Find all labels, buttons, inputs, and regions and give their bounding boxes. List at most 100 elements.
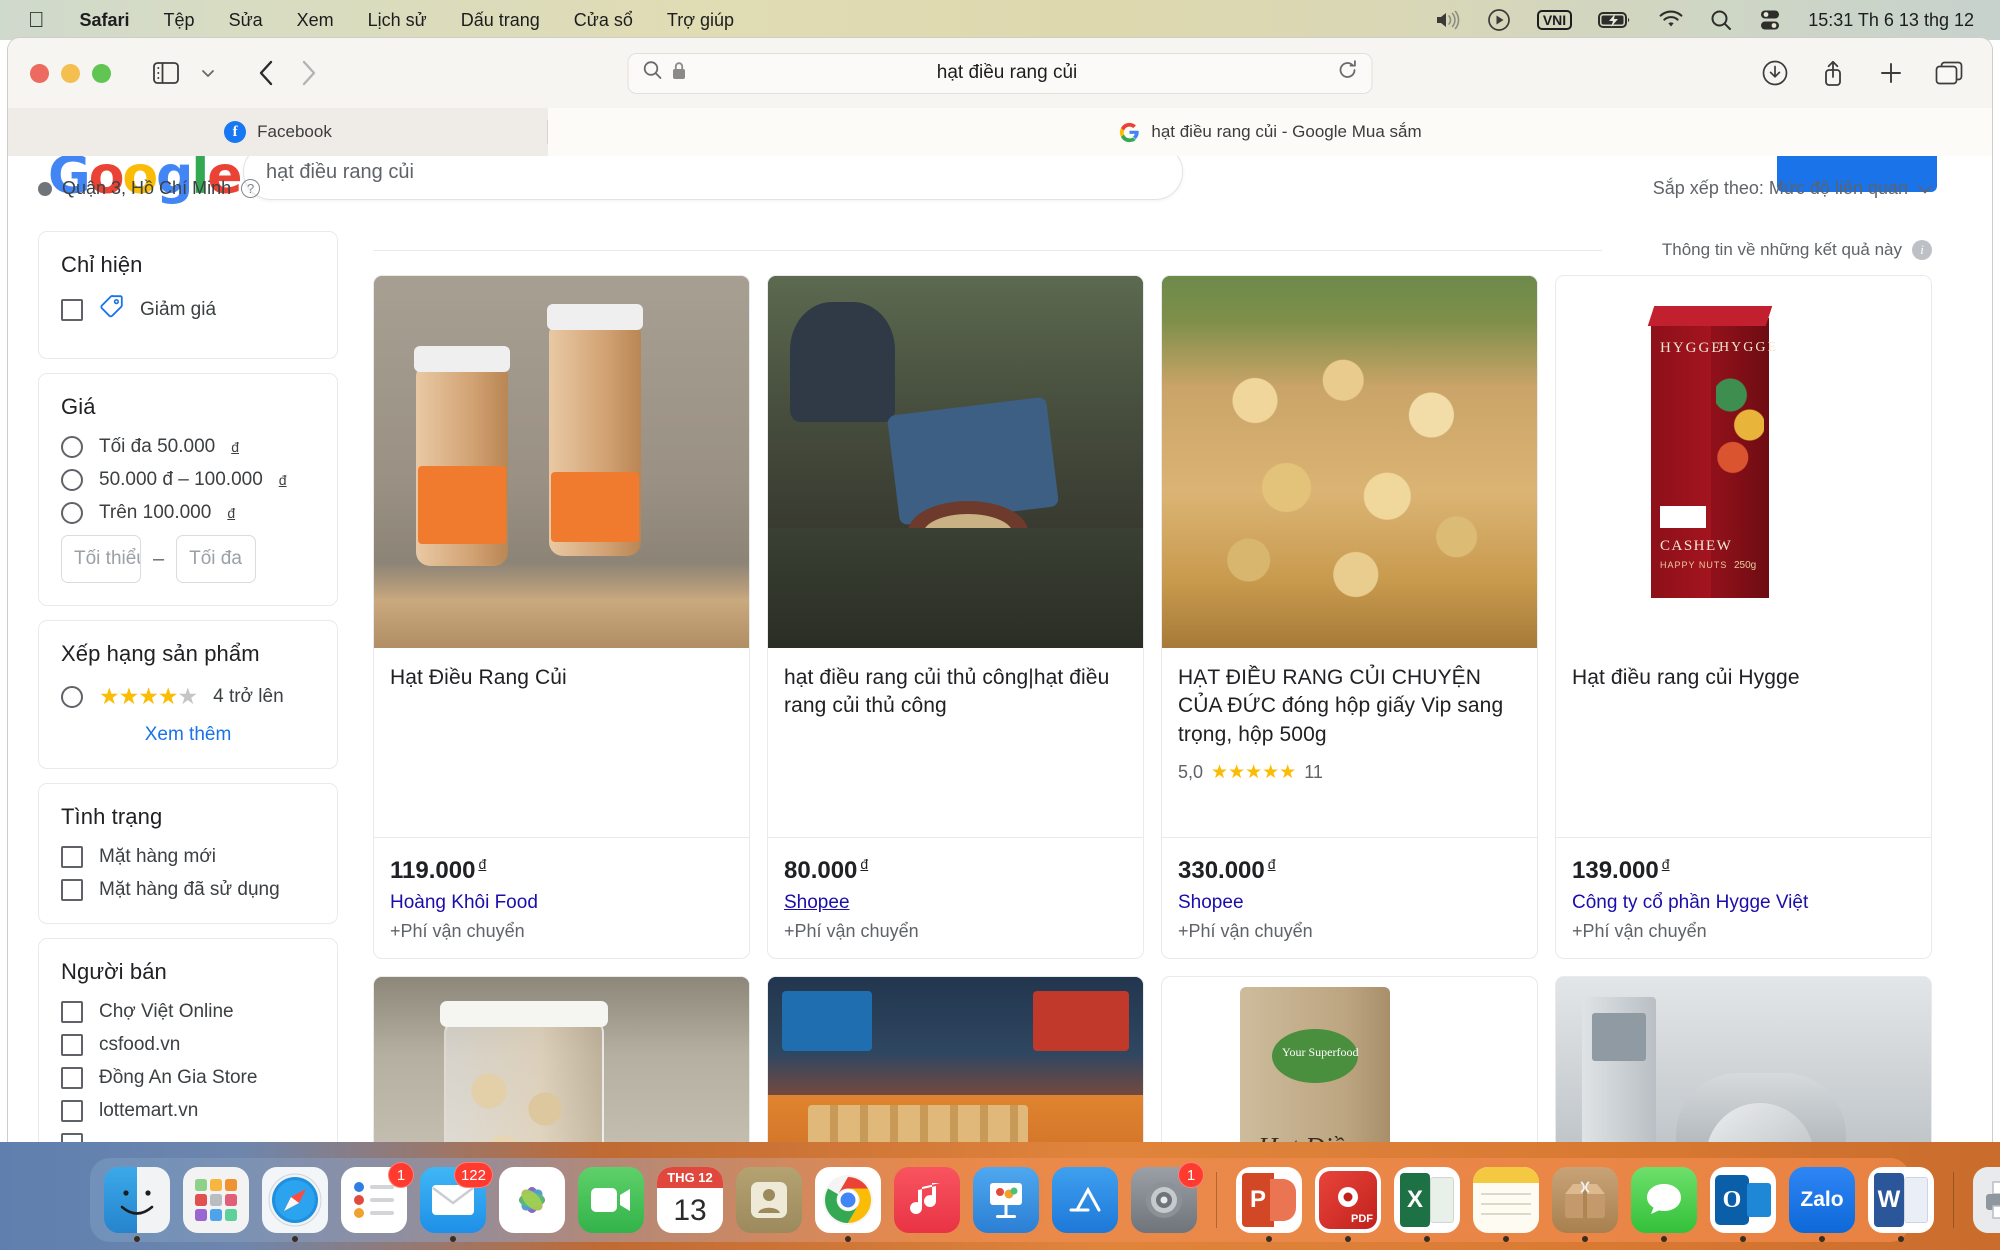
product-card[interactable]: hạt điều rang củi thủ công|hạt điều rang… bbox=[767, 275, 1144, 959]
checkbox[interactable] bbox=[61, 299, 83, 321]
minimize-window-button[interactable] bbox=[61, 64, 80, 83]
google-search-value[interactable]: hạt điều rang củi bbox=[266, 161, 414, 184]
dock-item-contacts[interactable] bbox=[736, 1167, 802, 1233]
see-more-link[interactable]: Xem thêm bbox=[61, 724, 315, 746]
maximize-window-button[interactable] bbox=[92, 64, 111, 83]
google-search-box[interactable]: hạt điều rang củi bbox=[243, 156, 1183, 200]
about-results-row[interactable]: Thông tin về những kết quả này i bbox=[373, 231, 1932, 269]
radio-button[interactable] bbox=[61, 502, 83, 524]
checkbox[interactable] bbox=[61, 1034, 83, 1056]
checkbox[interactable] bbox=[61, 1001, 83, 1023]
forward-button[interactable] bbox=[287, 52, 329, 94]
help-icon[interactable]: ? bbox=[241, 179, 260, 198]
product-merchant[interactable]: Shopee bbox=[784, 892, 1127, 914]
dock-item-messages[interactable] bbox=[1631, 1167, 1697, 1233]
address-bar-container[interactable]: hạt điều rang củi bbox=[628, 53, 1373, 94]
checkbox[interactable] bbox=[61, 846, 83, 868]
filter-option-condition-0[interactable]: Mặt hàng mới bbox=[61, 846, 315, 868]
downloads-icon[interactable] bbox=[1754, 52, 1796, 94]
dock-item-system-preferences[interactable]: 1 bbox=[1131, 1167, 1197, 1233]
product-title[interactable]: HẠT ĐIỀU RANG CỦI CHUYỆN CỦA ĐỨC đóng hộ… bbox=[1178, 664, 1521, 749]
control-center-icon[interactable] bbox=[1758, 9, 1782, 31]
filter-option-rating-4plus[interactable]: ★★★★★ 4 trở lên bbox=[61, 683, 315, 710]
dock-item-outlook[interactable]: O bbox=[1710, 1167, 1776, 1233]
filter-option-condition-1[interactable]: Mặt hàng đã sử dụng bbox=[61, 879, 315, 901]
filter-option-price-2[interactable]: Trên 100.000 đ bbox=[61, 502, 315, 524]
address-bar-text[interactable]: hạt điều rang củi bbox=[686, 62, 1329, 84]
sidebar-toggle-icon[interactable] bbox=[145, 52, 187, 94]
new-tab-button[interactable] bbox=[1870, 52, 1912, 94]
product-image[interactable]: HYGGE HYGGE CASHEW HAPPY NUTS 250g bbox=[1556, 276, 1931, 648]
sidebar-chevron-down-icon[interactable] bbox=[187, 52, 229, 94]
dock-item-powerpoint[interactable]: P bbox=[1236, 1167, 1302, 1233]
dock-item-safari[interactable] bbox=[262, 1167, 328, 1233]
battery-icon[interactable] bbox=[1598, 11, 1632, 29]
dock-item-excel[interactable]: X bbox=[1394, 1167, 1460, 1233]
dock-item-photos[interactable] bbox=[499, 1167, 565, 1233]
dock-item-zalo[interactable]: Zalo bbox=[1789, 1167, 1855, 1233]
wifi-icon[interactable] bbox=[1658, 10, 1684, 30]
filter-option-price-0[interactable]: Tối đa 50.000 đ bbox=[61, 436, 315, 458]
product-title[interactable]: Hạt Điều Rang Củi bbox=[390, 664, 733, 692]
radio-button[interactable] bbox=[61, 469, 83, 491]
filter-option-seller-1[interactable]: csfood.vn bbox=[61, 1034, 315, 1056]
dock-item-mail[interactable]: 122 bbox=[420, 1167, 486, 1233]
product-title[interactable]: hạt điều rang củi thủ công|hạt điều rang… bbox=[784, 664, 1127, 721]
dock-item-chrome[interactable] bbox=[815, 1167, 881, 1233]
filter-option-discount[interactable]: Giảm giá bbox=[61, 294, 315, 325]
filter-option-price-1[interactable]: 50.000 đ – 100.000 đ bbox=[61, 469, 315, 491]
radio-button[interactable] bbox=[61, 436, 83, 458]
address-bar[interactable]: hạt điều rang củi bbox=[628, 53, 1373, 94]
checkbox[interactable] bbox=[61, 1067, 83, 1089]
about-results-label[interactable]: Thông tin về những kết quả này bbox=[1662, 240, 1902, 260]
product-image[interactable] bbox=[1162, 276, 1537, 648]
filter-option-seller-2[interactable]: Đồng An Gia Store bbox=[61, 1067, 315, 1089]
filter-option-seller-3[interactable]: lottemart.vn bbox=[61, 1100, 315, 1122]
spotlight-search-icon[interactable] bbox=[1710, 9, 1732, 31]
volume-icon[interactable] bbox=[1435, 10, 1461, 30]
menu-item-bookmarks[interactable]: Dấu trang bbox=[444, 0, 557, 40]
info-icon[interactable]: i bbox=[1912, 240, 1932, 260]
dock-item-app-store[interactable] bbox=[1052, 1167, 1118, 1233]
reload-icon[interactable] bbox=[1338, 60, 1358, 86]
menu-item-edit[interactable]: Sửa bbox=[212, 0, 280, 40]
apple-menu-icon[interactable]:  bbox=[14, 0, 63, 40]
product-merchant[interactable]: Shopee bbox=[1178, 892, 1521, 914]
location-indicator[interactable]: Quận 3, Hồ Chí Minh ? bbox=[38, 178, 260, 199]
control-center-play-icon[interactable] bbox=[1487, 8, 1511, 32]
tab-google-shopping[interactable]: hạt điều rang củi - Google Mua sắm bbox=[548, 108, 1992, 156]
sort-control[interactable]: Sắp xếp theo: Mức độ liên quan bbox=[1653, 178, 1932, 199]
dock-item-launchpad[interactable] bbox=[183, 1167, 249, 1233]
dock-item-printer[interactable] bbox=[1973, 1167, 2000, 1233]
window-traffic-lights[interactable] bbox=[30, 64, 111, 83]
menu-item-window[interactable]: Cửa sổ bbox=[557, 0, 650, 40]
dock-item-pdf-reader[interactable]: PDF bbox=[1315, 1167, 1381, 1233]
dock-item-unarchiver[interactable] bbox=[1552, 1167, 1618, 1233]
dock-item-word[interactable]: W bbox=[1868, 1167, 1934, 1233]
product-card[interactable]: Hạt Điều Rang Củi 119.000đ Hoàng Khôi Fo… bbox=[373, 275, 750, 959]
checkbox[interactable] bbox=[61, 879, 83, 901]
dock-item-finder[interactable] bbox=[104, 1167, 170, 1233]
menu-item-file[interactable]: Tệp bbox=[147, 0, 212, 40]
share-icon[interactable] bbox=[1812, 52, 1854, 94]
product-card[interactable]: HYGGE HYGGE CASHEW HAPPY NUTS 250g Hạt đ… bbox=[1555, 275, 1932, 959]
input-source-indicator[interactable]: VNI bbox=[1537, 10, 1572, 30]
back-button[interactable] bbox=[245, 52, 287, 94]
product-card[interactable]: HẠT ĐIỀU RANG CỦI CHUYỆN CỦA ĐỨC đóng hộ… bbox=[1161, 275, 1538, 959]
close-window-button[interactable] bbox=[30, 64, 49, 83]
radio-button[interactable] bbox=[61, 686, 83, 708]
dock-item-music[interactable] bbox=[894, 1167, 960, 1233]
product-merchant[interactable]: Công ty cổ phần Hygge Việt bbox=[1572, 892, 1915, 914]
product-image[interactable] bbox=[768, 276, 1143, 648]
menu-item-history[interactable]: Lịch sử bbox=[351, 0, 444, 40]
dock-item-notes[interactable] bbox=[1473, 1167, 1539, 1233]
dock-item-facetime[interactable] bbox=[578, 1167, 644, 1233]
checkbox[interactable] bbox=[61, 1100, 83, 1122]
dock-item-calendar[interactable]: THG 12 13 bbox=[657, 1167, 723, 1233]
dock-item-keynote[interactable] bbox=[973, 1167, 1039, 1233]
dock-item-reminders[interactable]: 1 bbox=[341, 1167, 407, 1233]
menu-item-view[interactable]: Xem bbox=[280, 0, 351, 40]
price-min-input[interactable]: Tối thiểu bbox=[61, 535, 141, 583]
filter-option-seller-0[interactable]: Chợ Việt Online bbox=[61, 1001, 315, 1023]
product-merchant[interactable]: Hoàng Khôi Food bbox=[390, 892, 733, 914]
